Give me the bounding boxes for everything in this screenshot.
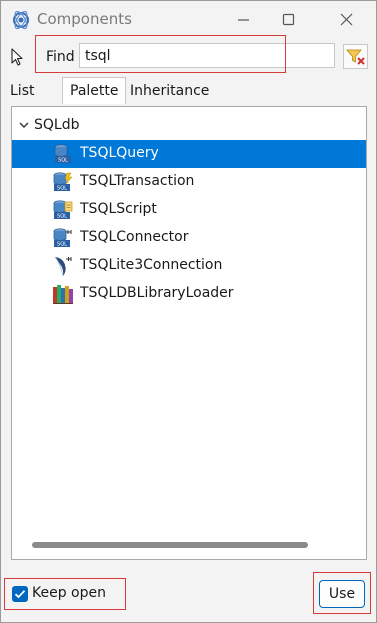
tree-item-tsqlite3connection[interactable]: TSQLite3Connection (12, 252, 366, 280)
svg-text:SQL: SQL (57, 186, 67, 192)
tree-node-sqldb[interactable]: SQLdb (12, 115, 366, 137)
sql-transaction-icon: SQL (53, 172, 73, 192)
keep-open-checkbox[interactable]: Keep open (5, 580, 125, 610)
tree-item-label: TSQLQuery (80, 145, 159, 161)
tree-item-tsqlconnector[interactable]: SQL TSQLConnector (12, 224, 366, 252)
components-window: Components Find List Palette Inheritance (0, 0, 377, 623)
arrow-pointer-icon[interactable] (10, 48, 24, 70)
view-tabs: List Palette Inheritance (1, 77, 376, 104)
title-bar: Components (1, 1, 376, 39)
minimize-button[interactable] (222, 5, 266, 35)
checkbox-checked-icon[interactable] (12, 586, 28, 602)
use-button[interactable]: Use (319, 580, 365, 608)
svg-text:SQL: SQL (57, 242, 67, 248)
sql-script-icon: SQL (53, 200, 73, 220)
tree-item-label: TSQLite3Connection (80, 257, 223, 273)
component-tree[interactable]: SQLdb SQL TSQLQuery SQL TSQLTransaction (11, 106, 367, 560)
chevron-down-icon[interactable] (18, 119, 30, 131)
minimize-icon (238, 19, 249, 21)
filter-clear-button[interactable] (343, 44, 368, 69)
tree-root-label: SQLdb (34, 117, 80, 133)
tab-inheritance[interactable]: Inheritance (130, 79, 209, 103)
tree-item-label: TSQLScript (80, 201, 157, 217)
tree-item-tsqldblibraryloader[interactable]: TSQLDBLibraryLoader (12, 280, 366, 308)
close-icon (340, 13, 353, 26)
filter-clear-icon (346, 49, 365, 65)
sql-connector-icon: SQL (53, 228, 72, 248)
tab-palette[interactable]: Palette (62, 77, 126, 104)
window-title: Components (37, 10, 132, 28)
tree-item-label: TSQLTransaction (80, 173, 195, 189)
sqlite-feather-icon (54, 256, 72, 277)
tab-list[interactable]: List (10, 79, 34, 103)
close-button[interactable] (325, 5, 369, 35)
keep-open-label: Keep open (32, 585, 106, 601)
tree-item-label: TSQLConnector (80, 229, 189, 245)
sql-database-icon: SQL (54, 144, 71, 164)
svg-text:SQL: SQL (58, 158, 68, 164)
tree-item-tsqltransaction[interactable]: SQL TSQLTransaction (12, 168, 366, 196)
tree-item-tsqlscript[interactable]: SQL TSQLScript (12, 196, 366, 224)
maximize-icon (282, 13, 295, 26)
horizontal-scrollbar[interactable] (32, 542, 308, 548)
gear-atom-icon (10, 9, 32, 31)
tree-item-label: TSQLDBLibraryLoader (80, 285, 234, 301)
tree-item-tsqlquery[interactable]: SQL TSQLQuery (12, 140, 366, 168)
search-input[interactable] (79, 43, 335, 68)
find-row: Find (1, 35, 376, 77)
maximize-button[interactable] (267, 5, 311, 35)
find-label: Find (46, 49, 75, 65)
library-books-icon (53, 285, 73, 304)
svg-text:SQL: SQL (57, 214, 67, 220)
